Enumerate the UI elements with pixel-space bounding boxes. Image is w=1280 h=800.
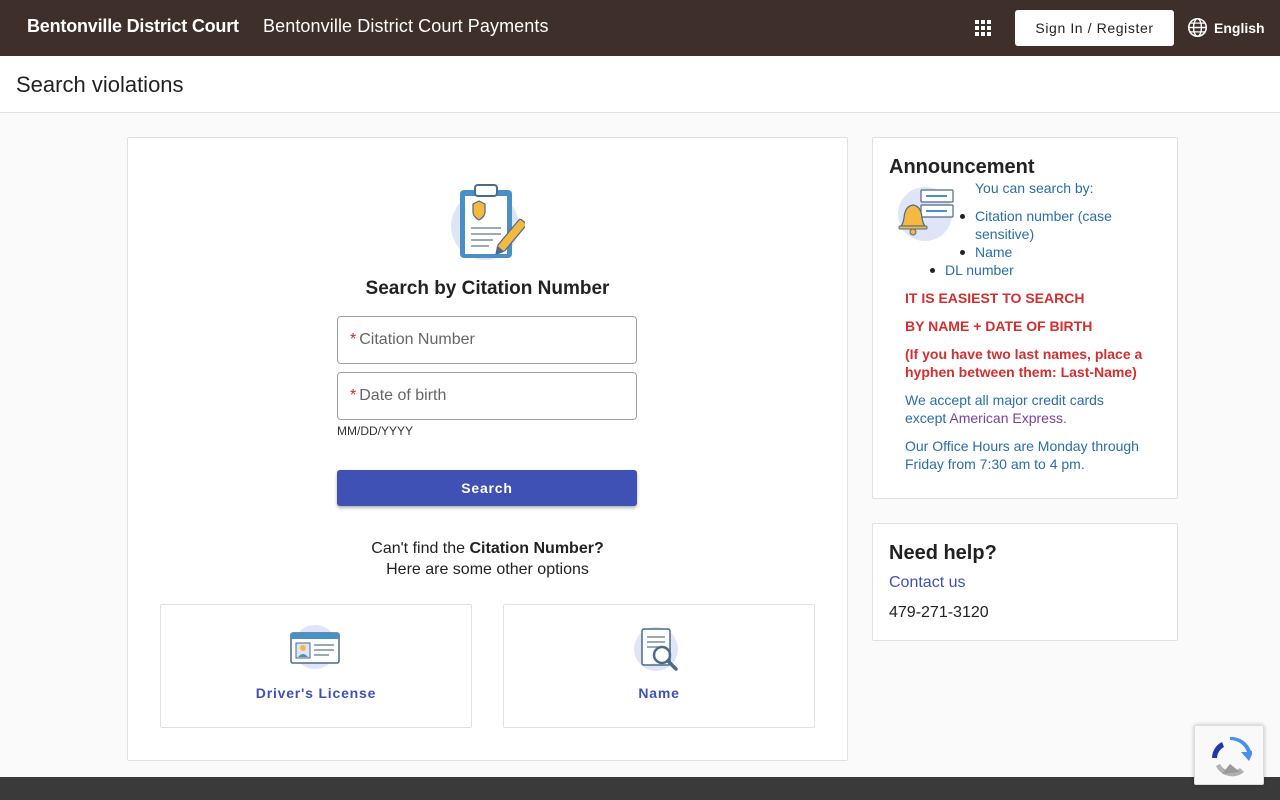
contact-us-link[interactable]: Contact us xyxy=(889,574,965,592)
announcement-item: Citation number (case sensitive) xyxy=(960,207,1165,243)
recaptcha-badge[interactable] xyxy=(1194,725,1264,785)
announcement-intro: You can search by: xyxy=(975,180,1094,196)
alert-text: (If you have two last names, place a hyp… xyxy=(905,346,1143,380)
amex-text: American Express xyxy=(949,410,1063,426)
app-title: Bentonville District Court Payments xyxy=(263,16,549,36)
other-options-text: Can't find the Citation Number? Here are… xyxy=(128,538,847,580)
clipboard-badge-icon xyxy=(451,184,525,260)
credit-card-end: . xyxy=(1062,410,1067,426)
search-heading: Search by Citation Number xyxy=(365,278,610,299)
cant-find-bold: Citation Number? xyxy=(469,540,604,557)
footer xyxy=(0,777,1280,800)
announcement-title: Announcement xyxy=(889,156,1035,178)
sign-in-register-button[interactable]: Sign In / Register xyxy=(1015,10,1174,46)
name-label: Name xyxy=(638,685,680,701)
top-app-bar: Bentonville District Court Bentonville D… xyxy=(0,0,1280,56)
drivers-license-label: Driver's License xyxy=(255,685,377,701)
globe-icon xyxy=(1187,17,1208,38)
date-of-birth-field[interactable]: * xyxy=(337,372,637,420)
search-button[interactable]: Search xyxy=(337,470,637,506)
announcement-card: Announcement You can search by: Citation… xyxy=(872,137,1178,499)
drivers-license-option[interactable]: Driver's License xyxy=(160,604,472,728)
date-of-birth-input[interactable] xyxy=(359,387,620,405)
page-title: Search violations xyxy=(16,72,184,97)
required-asterisk: * xyxy=(350,331,357,348)
need-help-card: Need help? Contact us 479-271-3120 xyxy=(872,523,1178,641)
language-label: English xyxy=(1214,19,1265,36)
name-search-icon xyxy=(634,627,678,671)
name-option[interactable]: Name xyxy=(503,604,815,728)
announcement-item: Name xyxy=(960,243,1165,261)
required-asterisk: * xyxy=(350,387,357,404)
alert-text: IT IS EASIEST TO SEARCH xyxy=(905,290,1085,306)
bell-icon xyxy=(898,187,954,241)
cant-find-prefix: Can't find the xyxy=(371,540,470,557)
other-options-label: Here are some other options xyxy=(386,561,589,578)
drivers-license-icon xyxy=(290,625,340,669)
alert-text: BY NAME + DATE OF BIRTH xyxy=(905,318,1093,334)
office-hours: Our Office Hours are Monday through Frid… xyxy=(905,438,1139,472)
page-header: Search violations xyxy=(0,56,1280,113)
phone-number: 479-271-3120 xyxy=(889,604,989,621)
citation-search-card: Search by Citation Number * * MM/DD/YYYY… xyxy=(127,137,848,761)
need-help-title: Need help? xyxy=(889,542,997,564)
dob-format-hint: MM/DD/YYYY xyxy=(337,424,414,438)
citation-number-input[interactable] xyxy=(359,331,620,349)
citation-number-field[interactable]: * xyxy=(337,316,637,364)
apps-grid-icon[interactable] xyxy=(975,20,991,36)
announcement-item: DL number xyxy=(930,261,1135,279)
language-selector[interactable]: English xyxy=(1187,17,1265,38)
credit-card-note: We accept all major credit cards except … xyxy=(905,391,1145,427)
court-name[interactable]: Bentonville District Court xyxy=(27,16,239,37)
recaptcha-icon xyxy=(1212,736,1252,777)
